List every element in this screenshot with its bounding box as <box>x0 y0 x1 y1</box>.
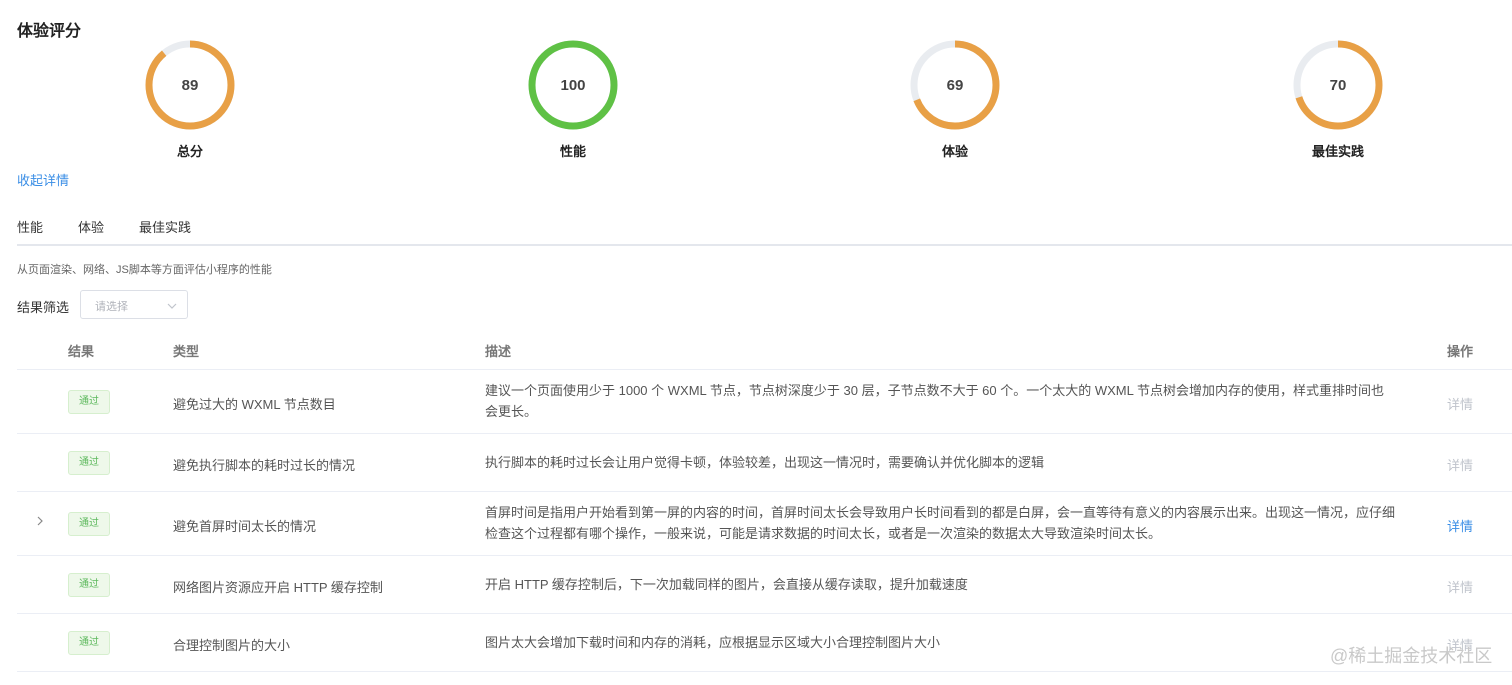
collapse-details-link[interactable]: 收起详情 <box>17 170 69 189</box>
row-description: 首屏时间是指用户开始看到第一屏的内容的时间，首屏时间太长会导致用户长时间看到的都… <box>485 505 1396 541</box>
header-description: 描述 <box>485 344 512 359</box>
watermark: @稀土掘金技术社区 <box>1330 646 1493 666</box>
status-badge: 通过 <box>68 451 110 475</box>
results-table: 结果 类型 描述 操作 通过 避免过大的 WXML 节点数目 建议一个页面使用少… <box>17 327 1512 672</box>
score-gauge-experience: 69 体验 <box>895 35 1015 160</box>
row-description: 开启 HTTP 缓存控制后，下一次加载同样的图片，会直接从缓存读取，提升加载速度 <box>485 577 968 592</box>
table-header: 结果 类型 描述 操作 <box>17 327 1512 370</box>
gauge-ring: 69 <box>910 40 1000 130</box>
row-type: 避免过大的 WXML 节点数目 <box>173 397 336 412</box>
gauge-value: 100 <box>560 77 585 94</box>
gauge-label: 最佳实践 <box>1311 144 1364 159</box>
header-action: 操作 <box>1447 344 1474 359</box>
gauge-ring: 70 <box>1293 40 1383 130</box>
table-row: 通过 合理控制图片的大小 图片太大会增加下载时间和内存的消耗，应根据显示区域大小… <box>17 614 1512 672</box>
row-type: 避免首屏时间太长的情况 <box>173 519 317 534</box>
row-description: 建议一个页面使用少于 1000 个 WXML 节点，节点树深度少于 30 层，子… <box>485 383 1384 419</box>
tab-best-practice[interactable]: 最佳实践 <box>139 219 191 246</box>
result-filter-select[interactable]: 请选择 <box>80 290 188 319</box>
row-description: 执行脚本的耗时过长会让用户觉得卡顿，体验较差，出现这一情况时，需要确认并优化脚本… <box>485 455 1045 470</box>
filter-label: 结果筛选 <box>17 300 70 315</box>
score-gauge-performance: 100 性能 <box>513 35 633 160</box>
gauge-label: 性能 <box>559 144 586 159</box>
tab-experience[interactable]: 体验 <box>78 219 104 246</box>
status-badge: 通过 <box>68 573 110 597</box>
table-row: 通过 网络图片资源应开启 HTTP 缓存控制 开启 HTTP 缓存控制后，下一次… <box>17 556 1512 614</box>
gauge-label: 体验 <box>941 144 968 159</box>
status-badge: 通过 <box>68 631 110 655</box>
status-badge: 通过 <box>68 512 110 536</box>
header-type: 类型 <box>173 344 200 359</box>
header-result: 结果 <box>68 344 95 359</box>
gauge-ring: 89 <box>145 40 235 130</box>
tab-performance[interactable]: 性能 <box>17 219 43 246</box>
tab-description: 从页面渲染、网络、JS脚本等方面评估小程序的性能 <box>17 264 272 276</box>
select-placeholder: 请选择 <box>95 301 128 313</box>
row-type: 网络图片资源应开启 HTTP 缓存控制 <box>173 580 383 595</box>
tab-bar: 性能 体验 最佳实践 <box>17 219 1512 246</box>
gauge-value: 89 <box>182 77 199 94</box>
details-button: 详情 <box>1447 580 1474 595</box>
gauge-label: 总分 <box>176 144 203 159</box>
score-gauge-best-practice: 70 最佳实践 <box>1278 35 1398 160</box>
row-description: 图片太大会增加下载时间和内存的消耗，应根据显示区域大小合理控制图片大小 <box>485 635 941 650</box>
row-type: 合理控制图片的大小 <box>173 638 291 653</box>
gauge-ring: 100 <box>528 40 618 130</box>
table-row[interactable]: 通过 避免首屏时间太长的情况 首屏时间是指用户开始看到第一屏的内容的时间，首屏时… <box>17 492 1512 556</box>
row-type: 避免执行脚本的耗时过长的情况 <box>173 458 356 473</box>
gauge-value: 69 <box>947 77 964 94</box>
table-row: 通过 避免过大的 WXML 节点数目 建议一个页面使用少于 1000 个 WXM… <box>17 370 1512 434</box>
status-badge: 通过 <box>68 390 110 414</box>
details-button: 详情 <box>1447 397 1474 412</box>
gauge-value: 70 <box>1330 77 1347 94</box>
chevron-right-icon[interactable] <box>35 514 45 530</box>
table-row: 通过 避免执行脚本的耗时过长的情况 执行脚本的耗时过长会让用户觉得卡顿，体验较差… <box>17 434 1512 492</box>
details-button: 详情 <box>1447 458 1474 473</box>
score-gauge-total: 89 总分 <box>130 35 250 160</box>
chevron-down-icon <box>166 299 178 317</box>
page-title: 体验评分 <box>17 23 82 40</box>
details-button[interactable]: 详情 <box>1447 516 1473 535</box>
